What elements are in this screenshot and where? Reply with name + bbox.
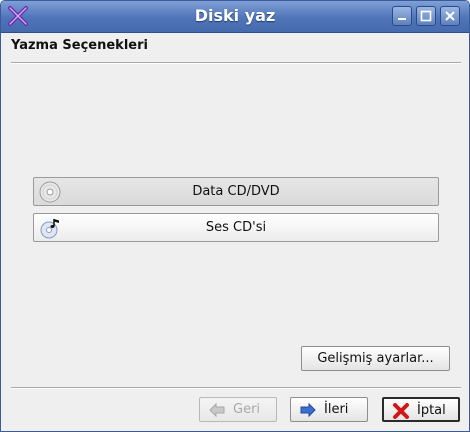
data-cd-dvd-button[interactable]: Data CD/DVD	[33, 177, 439, 206]
arrow-right-icon	[300, 402, 316, 418]
advanced-settings-label: Gelişmiş ayarlar...	[317, 351, 434, 366]
next-button[interactable]: İleri	[290, 397, 368, 422]
close-button[interactable]	[440, 6, 460, 26]
audio-cd-button[interactable]: Ses CD'si	[33, 213, 439, 242]
arrow-left-icon	[209, 402, 225, 418]
close-icon	[445, 11, 455, 21]
cancel-label: İptal	[417, 403, 446, 418]
footer-divider	[11, 387, 461, 389]
back-button[interactable]: Geri	[199, 397, 277, 422]
cancel-x-icon	[393, 403, 409, 419]
next-label: İleri	[324, 402, 349, 417]
audio-cd-label: Ses CD'si	[205, 220, 267, 235]
title-bar[interactable]: Diski yaz	[1, 1, 469, 33]
advanced-settings-button[interactable]: Gelişmiş ayarlar...	[301, 346, 450, 371]
header-divider	[11, 62, 461, 64]
minimize-button[interactable]	[392, 6, 412, 26]
back-label: Geri	[233, 402, 261, 417]
maximize-button[interactable]	[416, 6, 436, 26]
maximize-icon	[420, 10, 432, 22]
section-title: Yazma Seçenekleri	[11, 38, 148, 53]
cancel-button[interactable]: İptal	[382, 397, 460, 422]
minimize-icon	[398, 18, 406, 20]
data-cd-dvd-label: Data CD/DVD	[192, 184, 280, 199]
dialog-window: Diski yaz Yazma Seçenekleri Data CD/DVD …	[0, 0, 470, 432]
